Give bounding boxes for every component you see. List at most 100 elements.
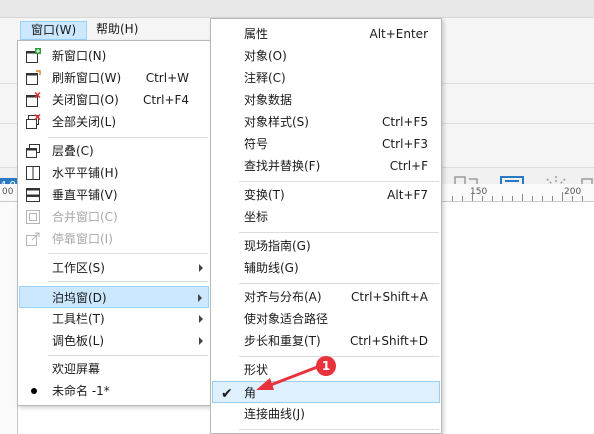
ruler-tick	[532, 196, 533, 201]
menu-separator	[239, 181, 439, 182]
ruler-tick	[522, 194, 523, 201]
menu-item-shortcut: Ctrl+F5	[382, 115, 428, 129]
ruler-tick	[512, 196, 513, 201]
menu-item-label: 关闭窗口(O)	[52, 93, 119, 107]
menu-item-shortcut: Ctrl+F4	[143, 93, 189, 107]
menu-separator	[48, 253, 208, 254]
menu-item-shortcut: Alt+F7	[387, 188, 428, 202]
menu-item-label: 刷新窗口(W)	[52, 71, 122, 85]
combine-windows-icon	[26, 210, 40, 224]
vertical-ruler	[0, 202, 18, 434]
menu-item-label: 现场指南(G)	[244, 239, 311, 253]
menu-item-label: 坐标	[244, 210, 269, 224]
menu-item-tile-vertical[interactable]: 垂直平铺(V)	[19, 184, 209, 206]
menu-item-shortcut: Ctrl+Shift+D	[350, 334, 428, 348]
menu-item-comments[interactable]: 注释(C)	[212, 67, 440, 89]
menu-item-label: 未命名 -1*	[52, 384, 110, 398]
menu-item-label: 注释(C)	[244, 71, 286, 85]
refresh-window-icon	[26, 70, 41, 85]
ruler-tick	[492, 196, 493, 201]
menu-separator	[239, 429, 439, 430]
menu-item-find-replace[interactable]: 查找并替换(F) Ctrl+F	[212, 155, 440, 177]
menu-item-combine-windows[interactable]: 合并窗口(C)	[19, 206, 209, 228]
submenu-arrow-icon	[199, 337, 203, 345]
menu-item-live-guide[interactable]: 现场指南(G)	[212, 235, 440, 257]
menu-item-label: 连接曲线(J)	[244, 407, 305, 421]
cascade-icon	[26, 144, 40, 158]
menu-item-dockers[interactable]: 泊坞窗(D)	[19, 286, 209, 308]
menu-item-cascade[interactable]: 层叠(C)	[19, 140, 209, 162]
menu-item-tile-horizontal[interactable]: 水平平铺(H)	[19, 162, 209, 184]
menu-item-label: 新窗口(N)	[52, 49, 107, 63]
ruler-tick	[462, 196, 463, 201]
menu-item-label: 全部关闭(L)	[52, 115, 117, 129]
active-document-bullet-icon	[31, 388, 37, 394]
menu-item-label: 对齐与分布(A)	[244, 290, 322, 304]
menu-item-step-and-repeat[interactable]: 步长和重复(T) Ctrl+Shift+D	[212, 330, 440, 352]
menu-item-label: 工具栏(T)	[52, 312, 105, 326]
submenu-arrow-icon	[198, 294, 202, 302]
new-window-icon	[26, 48, 41, 63]
menu-item-label: 查找并替换(F)	[244, 159, 321, 173]
menu-item-transform[interactable]: 变换(T) Alt+F7	[212, 184, 440, 206]
menu-item-shortcut: Ctrl+F	[389, 159, 428, 173]
menu-item-refresh-window[interactable]: 刷新窗口(W) Ctrl+W	[19, 67, 209, 89]
menu-separator	[48, 137, 208, 138]
menu-item-coordinates[interactable]: 坐标	[212, 206, 440, 228]
close-window-icon	[26, 92, 41, 107]
menu-item-workspace[interactable]: 工作区(S)	[19, 257, 209, 279]
annotation-badge: 1	[316, 356, 336, 376]
menu-item-symbols[interactable]: 符号 Ctrl+F3	[212, 133, 440, 155]
menu-item-color-palettes[interactable]: 调色板(L)	[19, 330, 209, 352]
menu-item-label: 对象样式(S)	[244, 115, 309, 129]
menu-item-object-styles[interactable]: 对象样式(S) Ctrl+F5	[212, 111, 440, 133]
menu-item-label: 工作区(S)	[52, 261, 105, 275]
menu-separator	[239, 232, 439, 233]
menu-item-document-untitled[interactable]: 未命名 -1*	[19, 380, 209, 402]
window-menu: 新窗口(N) 刷新窗口(W) Ctrl+W 关闭窗口(O) Ctrl+F4 全部…	[17, 40, 211, 406]
menu-item-label: 停靠窗口(I)	[52, 232, 113, 246]
menu-help[interactable]: 帮助(H)	[86, 21, 148, 40]
menu-item-label: 泊坞窗(D)	[52, 291, 107, 305]
menu-item-label: 合并窗口(C)	[52, 210, 118, 224]
menu-window[interactable]: 窗口(W)	[20, 21, 88, 40]
menu-item-label: 步长和重复(T)	[244, 334, 321, 348]
menu-item-label: 对象(O)	[244, 49, 287, 63]
menu-item-label: 变换(T)	[244, 188, 285, 202]
ruler-tick	[472, 192, 473, 201]
menu-item-objects[interactable]: 对象(O)	[212, 45, 440, 67]
menu-item-dock-window[interactable]: 停靠窗口(I)	[19, 228, 209, 250]
ruler-tick	[502, 196, 503, 201]
menu-item-label: 符号	[244, 137, 269, 151]
menu-item-welcome-screen[interactable]: 欢迎屏幕	[19, 358, 209, 380]
menu-item-label: 对象数据	[244, 93, 293, 107]
close-all-icon	[26, 114, 41, 129]
menu-separator	[48, 281, 208, 282]
menu-item-object-data[interactable]: 对象数据	[212, 89, 440, 111]
menu-item-shortcut: Ctrl+F3	[382, 137, 428, 151]
ruler-tick	[572, 196, 573, 201]
menu-item-connect-curves[interactable]: 连接曲线(J)	[212, 403, 440, 425]
menu-separator	[239, 283, 439, 284]
tile-vertical-icon	[26, 188, 40, 202]
menu-item-toolbars[interactable]: 工具栏(T)	[19, 308, 209, 330]
menu-item-fit-objects-to-path[interactable]: 使对象适合路径	[212, 308, 440, 330]
title-strip	[0, 0, 594, 18]
menu-item-shortcut: Ctrl+W	[145, 71, 189, 85]
menu-item-guidelines[interactable]: 辅助线(G)	[212, 257, 440, 279]
menu-item-align-distribute[interactable]: 对齐与分布(A) Ctrl+Shift+A	[212, 286, 440, 308]
menu-item-label: 使对象适合路径	[244, 312, 329, 326]
ruler-label: 00	[2, 187, 14, 197]
ruler-tick	[452, 196, 453, 201]
submenu-arrow-icon	[199, 264, 203, 272]
menu-item-new-window[interactable]: 新窗口(N)	[19, 45, 209, 67]
menu-item-label: 欢迎屏幕	[52, 362, 101, 376]
menu-item-close-all[interactable]: 全部关闭(L)	[19, 111, 209, 133]
menu-item-close-window[interactable]: 关闭窗口(O) Ctrl+F4	[19, 89, 209, 111]
menu-item-properties[interactable]: 属性 Alt+Enter	[212, 23, 440, 45]
ruler-tick	[482, 196, 483, 201]
submenu-arrow-icon	[199, 315, 203, 323]
menu-item-label: 水平平铺(H)	[52, 166, 119, 180]
menu-item-label: 层叠(C)	[52, 144, 94, 158]
menu-item-shortcut: Alt+Enter	[369, 27, 428, 41]
